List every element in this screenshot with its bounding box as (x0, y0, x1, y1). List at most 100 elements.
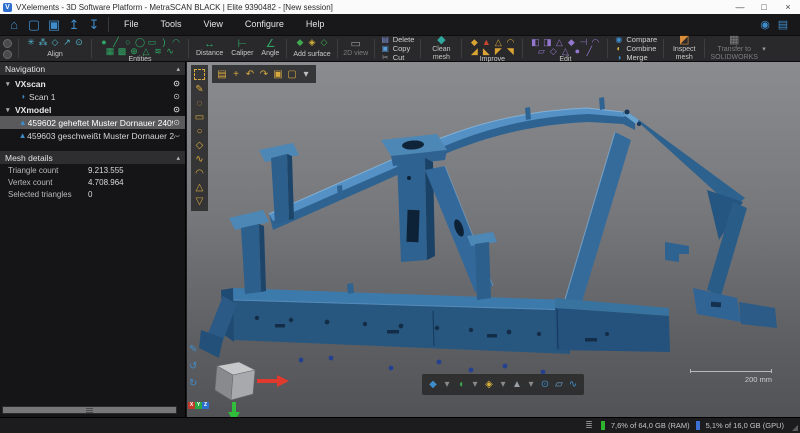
sidebar-horizontal-scrollbar[interactable] (2, 406, 177, 414)
caret-down-icon[interactable]: ▾ (6, 80, 15, 88)
menu-file[interactable]: File (113, 14, 150, 35)
edit-fillet-icon[interactable]: ● (571, 47, 583, 56)
view-options-caret-icon[interactable]: ▾ (299, 69, 313, 80)
surface-display-caret-icon[interactable]: ▾ (468, 379, 482, 390)
home-icon[interactable]: ⌂ (4, 15, 24, 35)
menu-configure[interactable]: Configure (234, 14, 295, 35)
feedback-icon[interactable]: ▤ (774, 18, 792, 31)
navigation-cube[interactable] (215, 362, 289, 417)
edit-plane-cut-icon[interactable]: ▱ (535, 47, 547, 56)
scrollbar-thumb[interactable] (3, 407, 176, 413)
transfer-dropdown-caret-icon[interactable]: ▾ (760, 45, 768, 53)
close-button[interactable]: × (776, 0, 800, 14)
add-surface-patch-icon[interactable]: ◈ (306, 38, 318, 47)
entity-mesh-grid-icon[interactable]: ▩ (116, 47, 128, 56)
distance-button[interactable]: ↔ Distance (192, 37, 227, 60)
rotate-left-icon[interactable]: ↶ (243, 69, 257, 80)
menu-help[interactable]: Help (295, 14, 336, 35)
maximize-button[interactable]: □ (752, 0, 776, 14)
edit-scale-icon[interactable]: ◇ (547, 47, 559, 56)
visibility-eye-icon[interactable]: ⊙ (173, 105, 180, 114)
scan-mesh-model[interactable] (199, 97, 777, 374)
collapse-chevron-icon[interactable]: ▴ (176, 154, 180, 162)
section-curve-icon[interactable]: ∿ (566, 379, 580, 390)
polygon-select-icon[interactable]: ◇ (191, 139, 208, 153)
resize-grip-icon[interactable]: ◢ (792, 423, 798, 432)
zoom-fit-icon[interactable]: ▢ (285, 69, 299, 80)
entity-curve-icon[interactable]: ∿ (164, 47, 176, 56)
tree-group-vxmodel[interactable]: ▾ VXmodel ⊙ (0, 103, 185, 116)
minimize-button[interactable]: — (728, 0, 752, 14)
edit-split-icon[interactable]: ╱ (583, 47, 595, 56)
mesh-details-header[interactable]: Mesh details ▴ (0, 151, 185, 164)
entity-grid-icon[interactable]: ▦ (104, 47, 116, 56)
display-mode-icon[interactable]: ▤ (215, 69, 229, 80)
visibility-eye-closed-icon[interactable]: ⌣ (175, 131, 180, 141)
clean-mesh-button[interactable]: ◆ Clean mesh (424, 37, 458, 60)
menu-tools[interactable]: Tools (150, 14, 193, 35)
invert-select-icon[interactable]: ▽ (191, 195, 208, 209)
annotate-icon[interactable]: ✎ (189, 345, 197, 355)
entity-sphere-icon[interactable]: ⊕ (128, 47, 140, 56)
network-status-icon[interactable]: ◉ (756, 18, 774, 31)
arc-select-icon[interactable]: ◠ (191, 167, 208, 181)
align-plane-icon[interactable]: ◇ (49, 38, 61, 47)
pan-icon[interactable]: + (229, 69, 243, 80)
delete-button[interactable]: ▤ Delete (381, 36, 415, 44)
align-probe-icon[interactable]: ↗ (61, 38, 73, 47)
brush-select-icon[interactable]: ✎ (191, 83, 208, 97)
angle-button[interactable]: ∠ Angle (257, 37, 283, 60)
align-bestfit-icon[interactable]: ✳ (25, 38, 37, 47)
entity-cone-icon[interactable]: △ (140, 47, 152, 56)
visibility-eye-icon[interactable]: ⊙ (173, 92, 180, 101)
add-surface-plane-icon[interactable]: ◆ (294, 38, 306, 47)
cut-button[interactable]: ✂ Cut (381, 54, 415, 62)
zoom-window-icon[interactable]: ▣ (271, 69, 285, 80)
inspect-mesh-button[interactable]: ◩ Inspect mesh (667, 37, 701, 60)
edit-wrap-icon[interactable]: △ (559, 47, 571, 56)
2d-view-button[interactable]: ▭ 2D view (341, 37, 371, 60)
freeform-select-icon[interactable]: ∿ (191, 153, 208, 167)
merge-button[interactable]: ◑ Merge (614, 54, 657, 62)
menu-view[interactable]: View (193, 14, 234, 35)
caret-down-icon[interactable]: ▾ (6, 106, 15, 114)
triangle-select-icon[interactable]: △ (191, 181, 208, 195)
lasso-select-icon[interactable]: ◌ (191, 97, 208, 111)
save-session-icon[interactable]: ↧ (84, 15, 104, 35)
align-targets-icon[interactable]: ⁂ (37, 38, 49, 47)
copy-button[interactable]: ▣ Copy (381, 45, 415, 53)
mesh-display-icon[interactable]: ◆ (426, 379, 440, 390)
scan-session-icon[interactable]: ▣ (44, 15, 64, 35)
clipping-plane-icon[interactable]: ▱ (552, 379, 566, 390)
compare-button[interactable]: ◉ Compare (614, 36, 657, 44)
tree-item-mesh-459602[interactable]: ▲ 459602 geheftet Muster Dornauer 240918… (0, 116, 185, 129)
visibility-eye-icon[interactable]: ⊙ (173, 79, 180, 88)
tree-item-mesh-459603[interactable]: ▲ 459603 geschweißt Muster Dornauer 2409… (0, 129, 185, 142)
rotate-view-cw-icon[interactable]: ↻ (189, 379, 197, 389)
entity-surface-icon[interactable]: ≋ (152, 47, 164, 56)
tree-group-vxscan[interactable]: ▾ VXscan ⊙ (0, 77, 185, 90)
new-session-icon[interactable]: ▢ (24, 15, 44, 35)
caliper-button[interactable]: ⊢ Caliper (227, 37, 257, 60)
surface-display-icon[interactable]: ◖ (454, 379, 468, 390)
viewport-3d[interactable]: ✎◌▭○◇∿◠△▽ ▤+↶↷▣▢▾ ◆▾◖▾◈▾▲▾⊙▱∿ ✎↺↻ X Y Z … (187, 62, 800, 417)
improve-decimate-icon[interactable]: ◤ (492, 47, 504, 56)
settings-display-icon[interactable]: ⊙ (538, 379, 552, 390)
rectangle-select-icon[interactable]: ▭ (191, 111, 208, 125)
rotate-view-ccw-icon[interactable]: ↺ (189, 362, 197, 372)
collapse-chevron-icon[interactable]: ▴ (176, 65, 180, 73)
improve-bridge-icon[interactable]: ◣ (480, 47, 492, 56)
tree-item-scan-1[interactable]: ◗ Scan 1 ⊙ (0, 90, 185, 103)
transfer-solidworks-button[interactable]: ▦ Transfer to SOLIDWORKS (708, 37, 760, 60)
tripod-display-icon[interactable]: ▲ (510, 379, 524, 390)
improve-patch-icon[interactable]: ◢ (468, 47, 480, 56)
add-surface-fill-icon[interactable]: ◇ (318, 38, 330, 47)
tripod-display-caret-icon[interactable]: ▾ (524, 379, 538, 390)
toolbar-handle[interactable] (0, 37, 15, 60)
circle-select-icon[interactable]: ○ (191, 125, 208, 139)
open-session-icon[interactable]: ↥ (64, 15, 84, 35)
targets-display-icon[interactable]: ◈ (482, 379, 496, 390)
combine-button[interactable]: ◐ Combine (614, 45, 657, 53)
scan-mesh-canvas[interactable] (187, 62, 800, 417)
rotate-right-icon[interactable]: ↷ (257, 69, 271, 80)
